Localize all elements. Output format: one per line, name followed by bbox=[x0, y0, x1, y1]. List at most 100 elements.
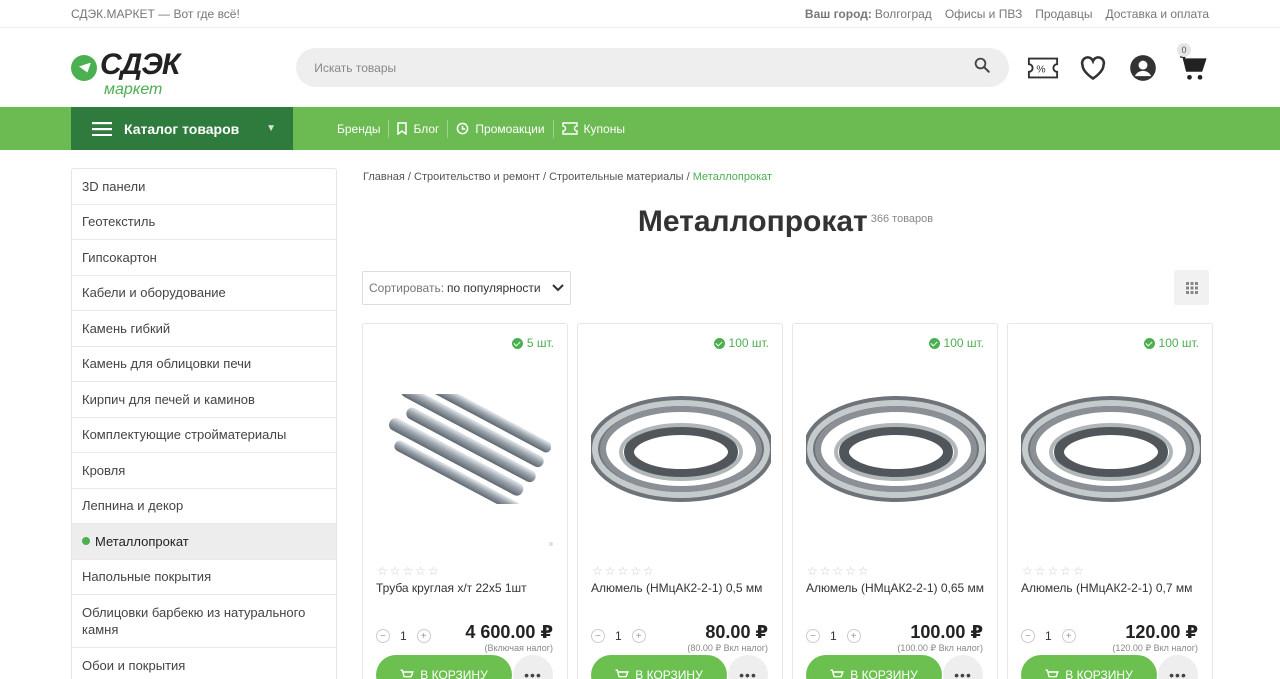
price-block: 100.00 ₽ (100.00 ₽ Вкл налог) bbox=[897, 622, 983, 653]
product-image-pipes[interactable] bbox=[373, 364, 559, 534]
coupon-icon[interactable]: % bbox=[1027, 52, 1059, 84]
sidebar-item-stove-stone[interactable]: Камень для облицовки печи bbox=[72, 347, 336, 382]
minus-button[interactable]: − bbox=[1021, 629, 1035, 643]
product-name[interactable]: Алюмель (НМцАК2-2-1) 0,65 мм bbox=[806, 581, 984, 595]
minus-button[interactable]: − bbox=[591, 629, 605, 643]
add-to-cart-button[interactable]: В КОРЗИНУ bbox=[1021, 655, 1157, 679]
product-count: 366 товаров bbox=[870, 213, 934, 225]
offices-link[interactable]: Офисы и ПВЗ bbox=[945, 7, 1022, 21]
search-icon[interactable] bbox=[973, 56, 991, 79]
delivery-link[interactable]: Доставка и оплата bbox=[1105, 7, 1209, 21]
page-title: Металлопрокат bbox=[637, 205, 868, 238]
chevron-down-icon: ▼ bbox=[266, 123, 276, 134]
tax-note: (Включая налог) bbox=[484, 643, 553, 653]
product-card[interactable]: 100 шт. ☆☆☆☆☆ Алюмель (НМцАК2-2-1) 0,7 м… bbox=[1007, 323, 1213, 679]
sort-value: по популярности bbox=[447, 281, 541, 295]
nav-brands[interactable]: Бренды bbox=[329, 122, 388, 136]
plus-button[interactable]: + bbox=[416, 629, 431, 643]
add-to-cart-button[interactable]: В КОРЗИНУ bbox=[806, 655, 942, 679]
plus-button[interactable]: + bbox=[846, 629, 861, 643]
crumb-home[interactable]: Главная bbox=[363, 171, 405, 183]
promo-icon bbox=[457, 122, 469, 135]
price-value: 120.00 bbox=[1125, 622, 1181, 642]
city-selector[interactable]: Ваш город: Волгоград bbox=[805, 7, 932, 21]
main-nav: Каталог товаров ▼ Бренды Блог Промоакции… bbox=[0, 107, 1280, 150]
catalog-label: Каталог товаров bbox=[124, 120, 240, 137]
sidebar-item-bbq-stone[interactable]: Облицовки барбекю из натурального камня bbox=[72, 595, 336, 648]
price-block: 80.00 ₽ (80.00 ₽ Вкл налог) bbox=[687, 622, 768, 653]
category-sidebar: 3D панели Геотекстиль Гипсокартон Кабели… bbox=[71, 168, 337, 679]
main-content: 3D панели Геотекстиль Гипсокартон Кабели… bbox=[71, 150, 1213, 679]
menu-icon bbox=[92, 121, 112, 136]
nav-coupons[interactable]: Купоны bbox=[554, 122, 633, 136]
price-value: 4 600.00 bbox=[465, 622, 536, 642]
sidebar-item-geotextile[interactable]: Геотекстиль bbox=[72, 205, 336, 240]
quantity-stepper: −1 + bbox=[806, 629, 861, 643]
sidebar-item-metal[interactable]: Металлопрокат bbox=[72, 524, 336, 560]
tax-note: (120.00 ₽ Вкл налог) bbox=[1112, 643, 1198, 653]
sellers-link[interactable]: Продавцы bbox=[1035, 7, 1092, 21]
plus-button[interactable]: + bbox=[631, 629, 646, 643]
more-options-button[interactable]: ••• bbox=[513, 655, 553, 679]
sidebar-item-moulding[interactable]: Лепнина и декор bbox=[72, 489, 336, 524]
product-card[interactable]: 5 шт. ☆☆☆☆☆ Труба круглая х/т 22х5 1шт −… bbox=[362, 323, 568, 679]
plus-button[interactable]: + bbox=[1061, 629, 1076, 643]
sidebar-item-wallpaper[interactable]: Обои и покрытия bbox=[72, 648, 336, 679]
breadcrumb: Главная / Строительство и ремонт / Строи… bbox=[363, 171, 773, 183]
product-image-wire-coil[interactable] bbox=[1018, 364, 1204, 534]
crumb-construction[interactable]: Строительство и ремонт bbox=[414, 171, 540, 183]
logo-mark-icon bbox=[71, 54, 97, 81]
minus-button[interactable]: − bbox=[806, 629, 820, 643]
product-image-wire-coil[interactable] bbox=[803, 364, 989, 534]
product-name[interactable]: Алюмель (НМцАК2-2-1) 0,7 мм bbox=[1021, 581, 1192, 595]
nav-promo[interactable]: Промоакции bbox=[448, 122, 552, 136]
sort-select[interactable]: Сортировать: по популярности bbox=[362, 271, 571, 305]
product-card[interactable]: 100 шт. ☆☆☆☆☆ Алюмель (НМцАК2-2-1) 0,5 м… bbox=[577, 323, 783, 679]
sidebar-item-drywall[interactable]: Гипсокартон bbox=[72, 240, 336, 276]
search-input[interactable] bbox=[314, 60, 915, 75]
top-links: Ваш город: Волгоград Офисы и ПВЗ Продавцы… bbox=[805, 7, 1209, 21]
sidebar-item-flexible-stone[interactable]: Камень гибкий bbox=[72, 311, 336, 347]
title-row: Металлопрокат 366 товаров bbox=[362, 205, 1209, 239]
svg-text:%: % bbox=[1036, 64, 1045, 75]
more-options-button[interactable]: ••• bbox=[728, 655, 768, 679]
sidebar-item-3d-panels[interactable]: 3D панели bbox=[72, 169, 336, 205]
add-to-cart-button[interactable]: В КОРЗИНУ bbox=[376, 655, 512, 679]
price-value: 100.00 bbox=[910, 622, 966, 642]
grid-view-button[interactable] bbox=[1174, 270, 1209, 305]
tax-note: (100.00 ₽ Вкл налог) bbox=[897, 643, 983, 653]
quantity-stepper: −1 + bbox=[591, 629, 646, 643]
stock-badge: 100 шт. bbox=[713, 336, 769, 350]
add-to-cart-button[interactable]: В КОРЗИНУ bbox=[591, 655, 727, 679]
chevron-down-icon bbox=[552, 284, 564, 292]
product-card[interactable]: 100 шт. ☆☆☆☆☆ Алюмель (НМцАК2-2-1) 0,65 … bbox=[792, 323, 998, 679]
account-icon[interactable] bbox=[1127, 52, 1159, 84]
sidebar-item-flooring[interactable]: Напольные покрытия bbox=[72, 560, 336, 595]
heart-icon[interactable] bbox=[1077, 52, 1109, 84]
logo-word: СДЭК bbox=[100, 47, 180, 81]
product-image-wire-coil[interactable] bbox=[588, 364, 774, 534]
more-options-button[interactable]: ••• bbox=[1158, 655, 1198, 679]
bookmark-icon bbox=[397, 122, 408, 135]
minus-button[interactable]: − bbox=[376, 629, 390, 643]
nav-blog[interactable]: Блог bbox=[389, 122, 447, 136]
product-name[interactable]: Труба круглая х/т 22х5 1шт bbox=[376, 581, 527, 595]
catalog-button[interactable]: Каталог товаров ▼ bbox=[71, 107, 293, 150]
product-grid: 5 шт. ☆☆☆☆☆ Труба круглая х/т 22х5 1шт −… bbox=[362, 323, 1213, 679]
sidebar-item-cables[interactable]: Кабели и оборудование bbox=[72, 276, 336, 311]
sidebar-item-components[interactable]: Комплектующие стройматериалы bbox=[72, 418, 336, 453]
sidebar-item-roofing[interactable]: Кровля bbox=[72, 453, 336, 489]
product-name[interactable]: Алюмель (НМцАК2-2-1) 0,5 мм bbox=[591, 581, 762, 595]
stock-badge: 100 шт. bbox=[928, 336, 984, 350]
cart-icon bbox=[400, 669, 415, 679]
logo[interactable]: СДЭК маркет bbox=[71, 38, 296, 98]
cart-icon bbox=[830, 669, 845, 679]
rating-stars: ☆☆☆☆☆ bbox=[377, 564, 441, 578]
header-icons: % 0 bbox=[1027, 42, 1209, 84]
crumb-materials[interactable]: Строительные материалы bbox=[549, 171, 684, 183]
more-options-button[interactable]: ••• bbox=[943, 655, 983, 679]
sidebar-item-brick[interactable]: Кирпич для печей и каминов bbox=[72, 382, 336, 418]
cart-icon[interactable]: 0 bbox=[1177, 42, 1209, 84]
check-circle-icon bbox=[713, 337, 725, 349]
price-block: 120.00 ₽ (120.00 ₽ Вкл налог) bbox=[1112, 622, 1198, 653]
